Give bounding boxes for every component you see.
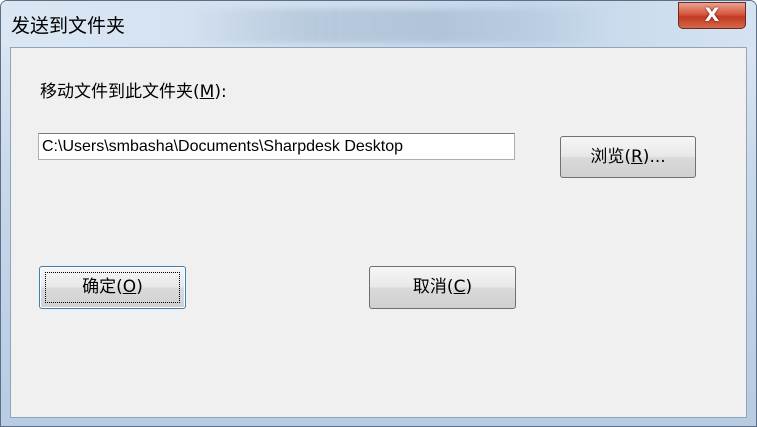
- cancel-button-label: 取消: [412, 277, 447, 297]
- ok-mnemonic: O: [122, 277, 137, 297]
- dialog-body: [10, 47, 747, 418]
- cancel-button[interactable]: 取消(C): [369, 266, 516, 309]
- ok-button-label: 确定: [82, 277, 117, 297]
- close-button[interactable]: X: [678, 2, 746, 29]
- move-to-folder-label: 移动文件到此文件夹(M):: [40, 82, 227, 102]
- browse-mnemonic: R: [630, 147, 643, 167]
- title-bar[interactable]: 发送到文件夹 X: [1, 1, 756, 47]
- move-to-folder-mnemonic: M: [199, 82, 215, 102]
- folder-path-input[interactable]: C:\Users\smbasha\Documents\Sharpdesk Des…: [38, 133, 515, 160]
- title-bar-glass: [186, 9, 606, 43]
- browse-button-label: 浏览: [590, 147, 625, 167]
- move-to-folder-label-text: 移动文件到此文件夹: [40, 82, 193, 102]
- send-to-folder-dialog: 发送到文件夹 X 移动文件到此文件夹(M): C:\Users\smbasha\…: [0, 0, 757, 427]
- browse-button[interactable]: 浏览(R)...: [560, 136, 696, 178]
- close-icon: X: [704, 4, 720, 26]
- cancel-mnemonic: C: [453, 277, 466, 297]
- browse-ellipsis: ...: [649, 147, 666, 167]
- window-title: 发送到文件夹: [11, 15, 126, 37]
- ok-button[interactable]: 确定(O): [39, 266, 186, 309]
